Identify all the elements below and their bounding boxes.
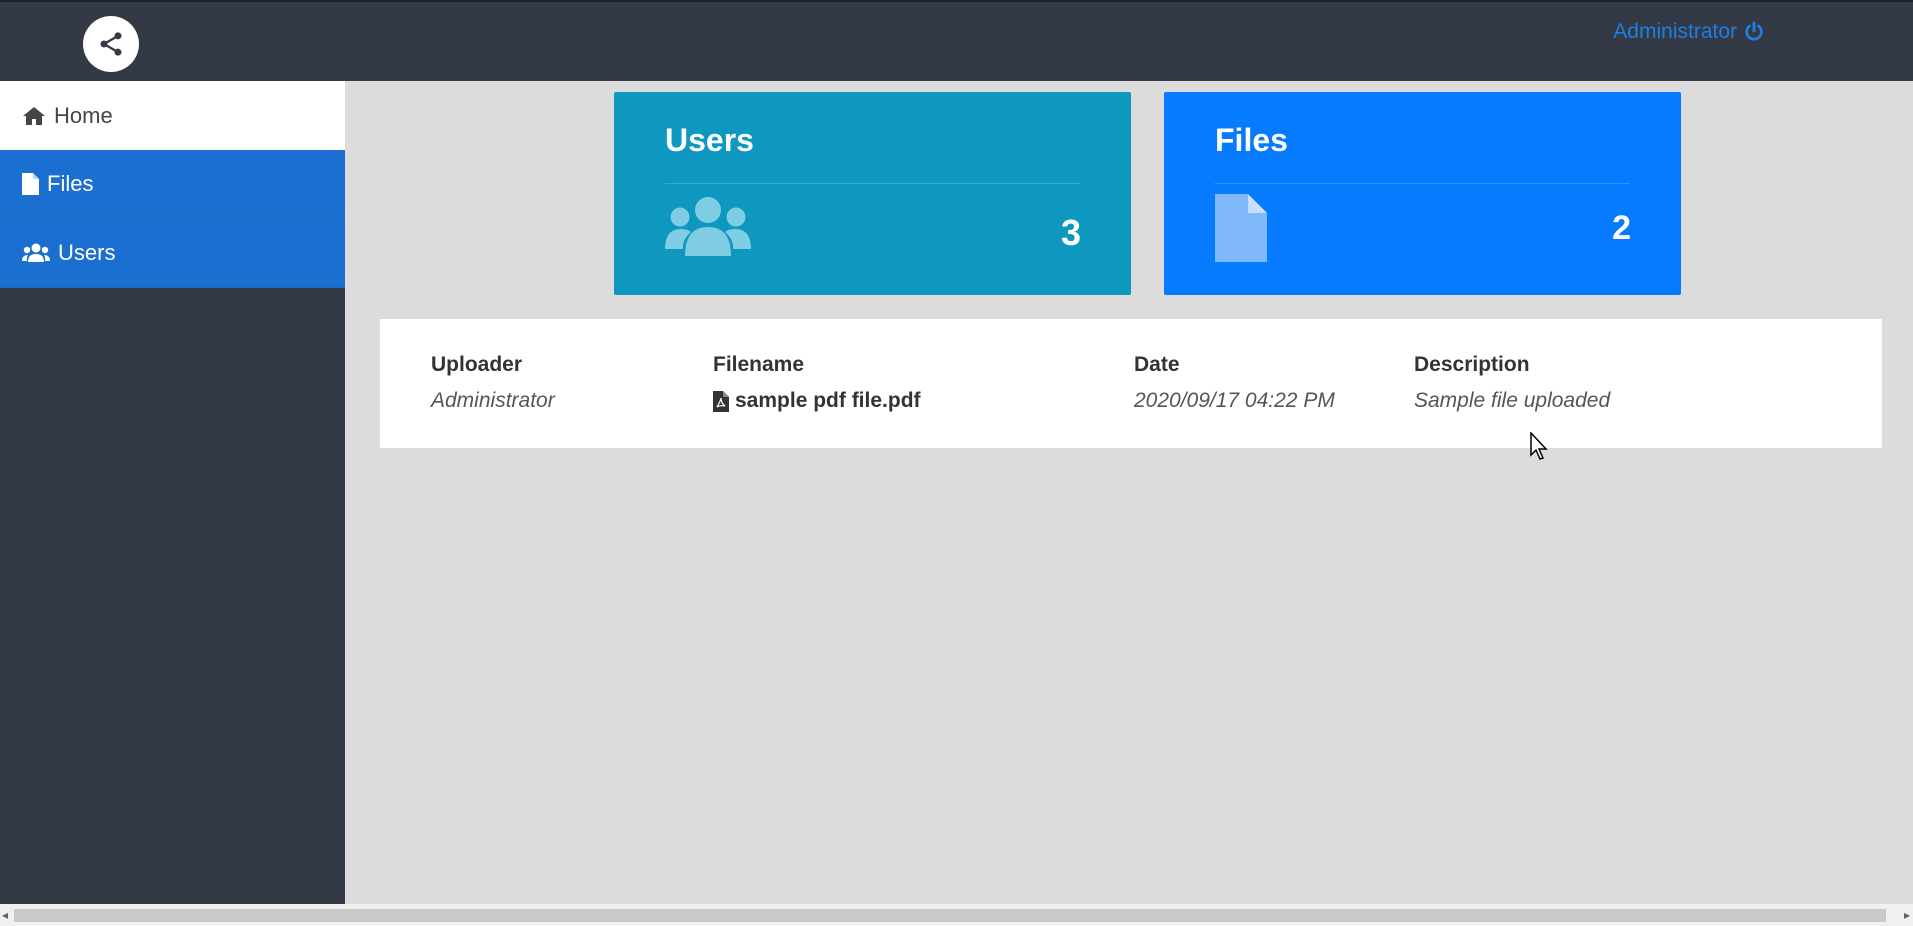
files-stat-card[interactable]: Files 2 <box>1164 92 1681 295</box>
description-value: Sample file uploaded <box>1414 389 1611 412</box>
card-title: Users <box>665 122 754 158</box>
horizontal-scrollbar[interactable]: ◂ ▸ <box>0 904 1913 926</box>
users-icon <box>665 196 751 261</box>
file-icon <box>1215 194 1267 267</box>
scroll-left-arrow-icon[interactable]: ◂ <box>2 908 8 922</box>
card-divider <box>665 183 1080 184</box>
user-name: Administrator <box>1613 20 1737 43</box>
date-value: 2020/09/17 04:22 PM <box>1134 389 1335 412</box>
power-icon[interactable] <box>1743 21 1765 43</box>
filename-column: Filename sample pdf file.pdf <box>713 353 921 413</box>
mouse-cursor-icon <box>1530 432 1548 460</box>
share-logo[interactable] <box>83 16 139 72</box>
filename-link[interactable]: sample pdf file.pdf <box>713 389 921 413</box>
column-header: Description <box>1414 353 1530 376</box>
pdf-file-icon <box>713 390 729 412</box>
uploader-value: Administrator <box>431 389 555 412</box>
sidebar-item-users[interactable]: Users <box>0 219 345 288</box>
scroll-right-arrow-icon[interactable]: ▸ <box>1904 908 1910 922</box>
date-column: Date 2020/09/17 04:22 PM <box>1134 353 1335 413</box>
home-icon <box>23 106 45 125</box>
share-icon <box>100 32 122 56</box>
top-navbar: Administrator <box>0 0 1913 81</box>
scrollbar-thumb[interactable] <box>14 909 1886 922</box>
card-title: Files <box>1215 122 1288 158</box>
column-header: Filename <box>713 353 805 376</box>
column-header: Date <box>1134 353 1180 376</box>
filename-text: sample pdf file.pdf <box>735 389 921 412</box>
sidebar-item-home[interactable]: Home <box>0 81 345 150</box>
uploader-column: Uploader Administrator <box>431 353 555 413</box>
files-table: Uploader Administrator Filename sample p… <box>380 319 1882 448</box>
sidebar-item-label: Files <box>47 171 94 196</box>
users-count: 3 <box>1060 212 1081 253</box>
column-header: Uploader <box>431 353 523 376</box>
users-icon <box>22 243 50 262</box>
files-count: 2 <box>1612 209 1631 247</box>
sidebar-item-label: Users <box>58 240 116 265</box>
user-menu[interactable]: Administrator <box>1613 20 1765 44</box>
card-divider <box>1215 183 1630 184</box>
sidebar-item-files[interactable]: Files <box>0 150 345 219</box>
users-stat-card[interactable]: Users 3 <box>614 92 1131 295</box>
sidebar-item-label: Home <box>54 102 113 128</box>
description-column: Description Sample file uploaded <box>1414 353 1610 413</box>
file-icon <box>22 173 39 195</box>
sidebar: Home Files Users <box>0 81 345 904</box>
